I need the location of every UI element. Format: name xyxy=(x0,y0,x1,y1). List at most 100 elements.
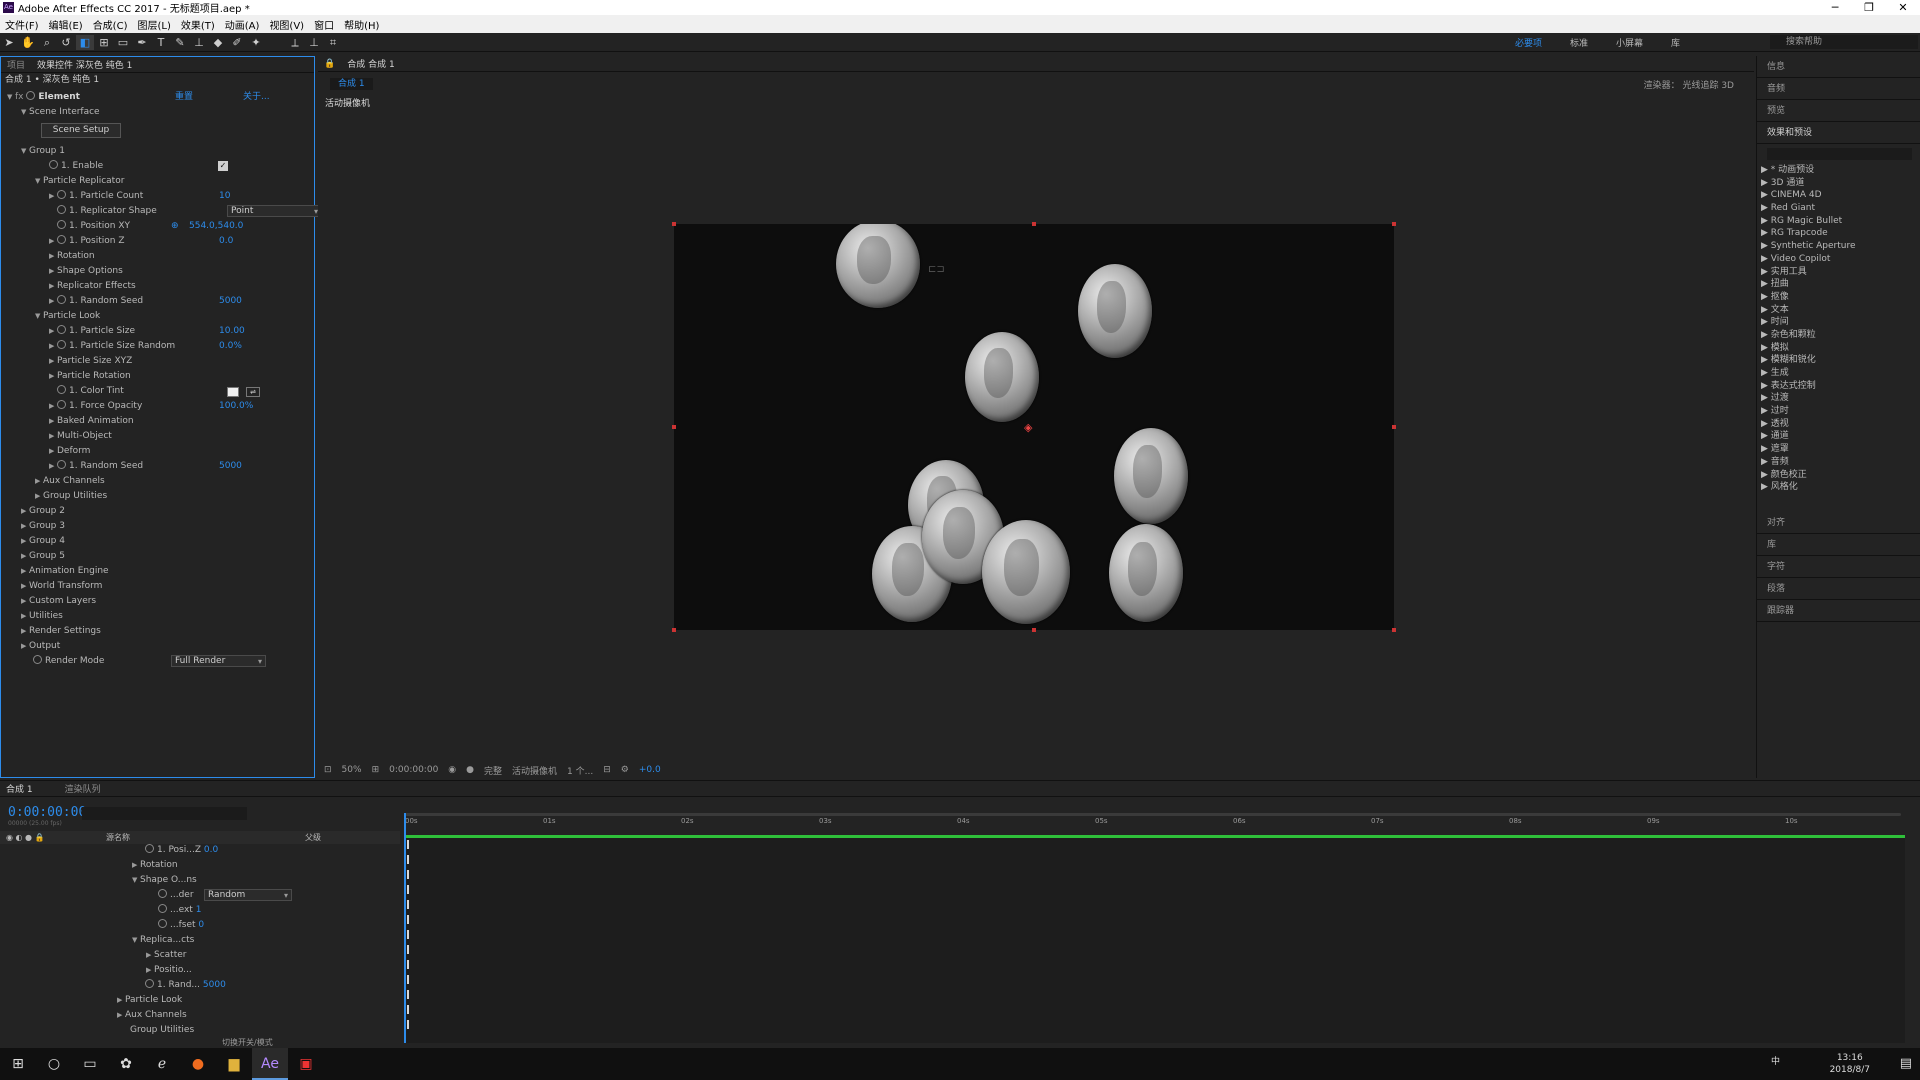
timeline-prop-row[interactable]: 1. Posi...Z 0.0 xyxy=(145,843,218,858)
comp-subtab[interactable]: 合成 1 xyxy=(330,78,373,90)
paragraph-section[interactable]: 段落 xyxy=(1757,578,1920,600)
layer-handle[interactable] xyxy=(1392,425,1396,429)
layer-handle[interactable] xyxy=(1032,628,1036,632)
effect-category[interactable]: ▶ 扭曲 xyxy=(1761,278,1920,291)
timeline-timecode[interactable]: 0:00:00:00 xyxy=(8,805,86,820)
effect-category[interactable]: ▶ 生成 xyxy=(1761,367,1920,380)
stopwatch-icon[interactable] xyxy=(49,160,58,169)
timeline-tracks[interactable] xyxy=(405,835,1905,1043)
particle-count-value[interactable]: 10 xyxy=(219,189,230,204)
composition-viewport[interactable]: ⊏⊐ ◈ xyxy=(674,224,1394,630)
layer-handle[interactable] xyxy=(672,222,676,226)
tab-composition[interactable]: 合成 合成 1 xyxy=(341,57,400,70)
app-red-icon[interactable]: ▣ xyxy=(288,1048,324,1080)
group4-row[interactable]: ▶ Group 4 xyxy=(21,534,65,549)
type-tool-icon[interactable]: T xyxy=(152,35,170,50)
menu-animation[interactable]: 动画(A) xyxy=(220,17,265,32)
effect-category[interactable]: ▶ 实用工具 xyxy=(1761,266,1920,279)
group1-row[interactable]: ▼ Group 1 xyxy=(21,144,65,159)
effect-category[interactable]: ▶ 颜色校正 xyxy=(1761,469,1920,482)
preview-section[interactable]: 预览 xyxy=(1757,100,1920,122)
rectangle-tool-icon[interactable]: ▭ xyxy=(114,35,132,50)
render-mode-select[interactable]: Full Render xyxy=(171,655,266,667)
effect-category[interactable]: ▶ 3D 通道 xyxy=(1761,177,1920,190)
menu-file[interactable]: 文件(F) xyxy=(0,17,44,32)
stopwatch-icon[interactable] xyxy=(57,220,66,229)
info-section[interactable]: 信息 xyxy=(1757,56,1920,78)
task-view-icon[interactable]: ▭ xyxy=(72,1048,108,1080)
align-section[interactable]: 对齐 xyxy=(1757,512,1920,534)
system-tray[interactable]: 中 13:16 2018/8/7 xyxy=(1771,1052,1870,1076)
snapshot-icon[interactable]: ◉ xyxy=(448,765,456,775)
zoom-select[interactable]: 50% xyxy=(342,765,362,775)
firefox-icon[interactable]: ● xyxy=(180,1048,216,1080)
brush-tool-icon[interactable]: ✎ xyxy=(171,35,189,50)
effect-category[interactable]: ▶ Synthetic Aperture xyxy=(1761,240,1920,253)
layer-handle[interactable] xyxy=(1032,222,1036,226)
eyedropper-icon[interactable]: ⇌ xyxy=(246,387,260,397)
color-tint-swatch[interactable] xyxy=(227,387,239,397)
search-icon[interactable]: ○ xyxy=(36,1048,72,1080)
app-icon[interactable]: ✿ xyxy=(108,1048,144,1080)
help-search-input[interactable]: 搜索帮助 xyxy=(1770,35,1918,49)
force-opacity-value[interactable]: 100.0% xyxy=(219,399,253,414)
stopwatch-icon[interactable] xyxy=(33,655,42,664)
eraser-tool-icon[interactable]: ◆ xyxy=(209,35,227,50)
crosshair-icon[interactable]: ⊕ xyxy=(171,219,179,234)
views-layout-select[interactable]: 1 个... xyxy=(567,764,593,777)
stopwatch-icon[interactable] xyxy=(57,295,66,304)
workspace-essentials[interactable]: 必要项 xyxy=(1515,36,1542,49)
tab-project[interactable]: 项目 xyxy=(1,58,31,71)
custom-layers-row[interactable]: ▶ Custom Layers xyxy=(21,594,96,609)
effect-category[interactable]: ▶ 遮罩 xyxy=(1761,443,1920,456)
layer-handle[interactable] xyxy=(672,628,676,632)
effect-category[interactable]: ▶ 时间 xyxy=(1761,316,1920,329)
group5-row[interactable]: ▶ Group 5 xyxy=(21,549,65,564)
effect-category[interactable]: ▶ 杂色和颗粒 xyxy=(1761,329,1920,342)
menu-effect[interactable]: 效果(T) xyxy=(176,17,220,32)
character-section[interactable]: 字符 xyxy=(1757,556,1920,578)
about-link[interactable]: 关于... xyxy=(243,90,270,105)
effect-category[interactable]: ▶ 风格化 xyxy=(1761,481,1920,494)
timeline-prop-row[interactable]: ▶ Rotation xyxy=(132,858,178,873)
effect-header[interactable]: ▼ fx Element 重置 关于... xyxy=(7,90,307,105)
resolution-icon[interactable]: ⊞ xyxy=(372,765,380,775)
view-select[interactable]: 活动摄像机 xyxy=(512,764,557,777)
camera-tool-icon[interactable]: ◧ xyxy=(76,34,94,50)
particle-size-value[interactable]: 10.00 xyxy=(219,324,245,339)
utilities-row[interactable]: ▶ Utilities xyxy=(21,609,63,624)
safe-margins-icon[interactable]: ⊡ xyxy=(324,765,332,775)
settings-icon[interactable]: ⚙ xyxy=(621,765,629,775)
tab-effect-controls[interactable]: 效果控件 深灰色 纯色 1 xyxy=(31,58,138,71)
tab-render-queue[interactable]: 渲染队列 xyxy=(59,782,107,795)
clone-stamp-tool-icon[interactable]: ⊥ xyxy=(190,35,208,50)
position-z-value[interactable]: 0.0 xyxy=(219,234,233,249)
axis-world-icon[interactable]: ⊥ xyxy=(305,35,323,50)
shape-options-row[interactable]: ▶ Shape Options xyxy=(49,264,123,279)
stopwatch-icon[interactable] xyxy=(57,340,66,349)
menu-window[interactable]: 窗口 xyxy=(309,17,339,32)
file-explorer-icon[interactable]: ▆ xyxy=(216,1048,252,1080)
effect-category[interactable]: ▶ * 动画预设 xyxy=(1761,164,1920,177)
after-effects-taskbar-icon[interactable]: Ae xyxy=(252,1048,288,1080)
particle-size-random-value[interactable]: 0.0% xyxy=(219,339,242,354)
effect-category[interactable]: ▶ RG Magic Bullet xyxy=(1761,215,1920,228)
particle-size-xyz-row[interactable]: ▶ Particle Size XYZ xyxy=(49,354,132,369)
effect-category[interactable]: ▶ 文本 xyxy=(1761,304,1920,317)
workspace-libraries[interactable]: 库 xyxy=(1671,36,1680,49)
pan-behind-tool-icon[interactable]: ⊞ xyxy=(95,35,113,50)
random-seed-value[interactable]: 5000 xyxy=(219,294,242,309)
replicator-shape-select[interactable]: Point xyxy=(227,205,322,217)
timeline-prop-row[interactable]: ...der Random xyxy=(158,888,292,903)
axis-local-icon[interactable]: ⟂ xyxy=(286,35,304,50)
group3-row[interactable]: ▶ Group 3 xyxy=(21,519,65,534)
effect-category[interactable]: ▶ CINEMA 4D xyxy=(1761,189,1920,202)
zoom-tool-icon[interactable]: ⌕ xyxy=(38,35,56,50)
exposure-value[interactable]: +0.0 xyxy=(639,765,661,775)
world-transform-row[interactable]: ▶ World Transform xyxy=(21,579,102,594)
particle-replicator-row[interactable]: ▼ Particle Replicator xyxy=(35,174,124,189)
quality-select[interactable]: 完整 xyxy=(484,764,502,777)
rotate-tool-icon[interactable]: ↺ xyxy=(57,35,75,50)
replicator-effects-row[interactable]: ▶ Replicator Effects xyxy=(49,279,136,294)
effect-category[interactable]: ▶ Video Copilot xyxy=(1761,253,1920,266)
